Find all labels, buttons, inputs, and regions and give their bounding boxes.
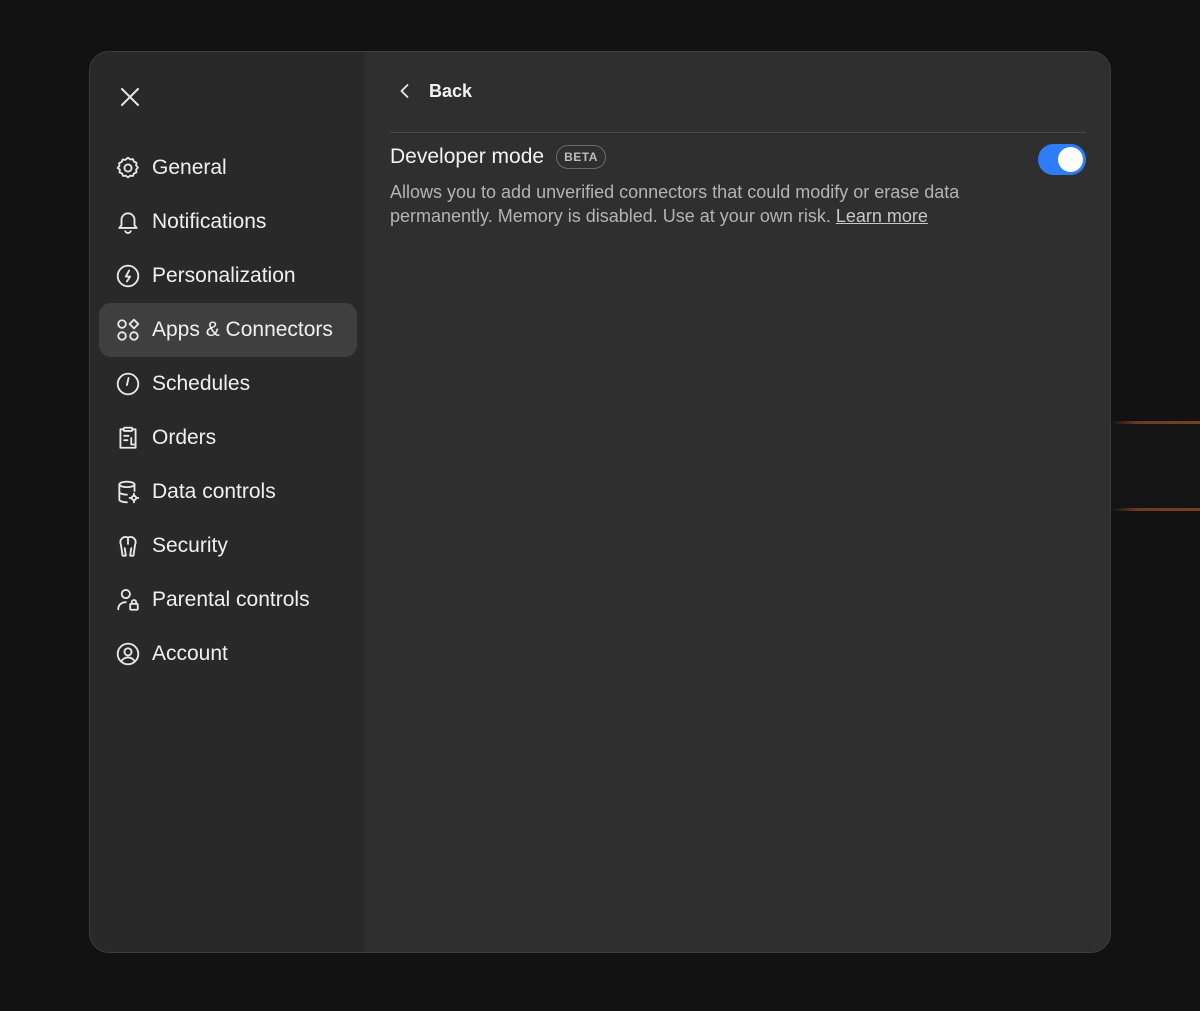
gear-icon [115,155,141,181]
sidebar-item-label: Apps & Connectors [152,318,333,341]
clock-icon [115,371,141,397]
beta-badge: BETA [556,145,606,169]
sidebar-item-label: Data controls [152,480,276,503]
sidebar-item-label: Parental controls [152,588,310,611]
sidebar-item-schedules[interactable]: Schedules [99,357,357,411]
sidebar-item-label: Account [152,642,228,665]
sidebar-item-data-controls[interactable]: Data controls [99,465,357,519]
sidebar-item-label: Schedules [152,372,251,395]
close-button[interactable] [112,79,148,115]
sidebar-item-parental-controls[interactable]: Parental controls [99,573,357,627]
sidebar-item-notifications[interactable]: Notifications [99,195,357,249]
apps-icon [115,317,141,343]
personalization-icon [115,263,141,289]
toggle-knob [1058,147,1083,172]
back-label: Back [429,80,473,101]
bell-icon [115,209,141,235]
sidebar-item-label: Personalization [152,264,296,287]
backdrop-accent-line [1110,508,1200,511]
sidebar-item-label: Security [152,534,228,557]
setting-title: Developer mode [390,145,545,168]
sidebar-item-general[interactable]: General [99,141,357,195]
sidebar-item-label: General [152,156,227,179]
settings-nav: General Notifications Personalization Ap… [99,141,357,681]
sidebar-item-security[interactable]: Security [99,519,357,573]
settings-modal: General Notifications Personalization Ap… [89,51,1111,953]
sidebar-item-apps-connectors[interactable]: Apps & Connectors [99,303,357,357]
back-button[interactable]: Back [395,77,472,105]
divider [390,132,1086,133]
developer-mode-toggle[interactable] [1038,144,1086,175]
backdrop-panel [1110,424,1200,508]
chevron-left-icon [400,84,409,98]
sidebar-item-orders[interactable]: Orders [99,411,357,465]
setting-header: Developer mode BETA [390,145,606,169]
sidebar-item-label: Orders [152,426,217,449]
database-icon [115,479,141,505]
sidebar-item-account[interactable]: Account [99,627,357,681]
parental-icon [115,587,141,613]
account-icon [115,641,141,667]
sidebar-item-personalization[interactable]: Personalization [99,249,357,303]
security-icon [115,533,141,559]
settings-sidebar: General Notifications Personalization Ap… [90,52,365,952]
learn-more-link[interactable]: Learn more [836,206,928,226]
orders-icon [115,425,141,451]
setting-description: Allows you to add unverified connectors … [390,180,1030,228]
settings-content: Back Developer mode BETA Allows you to a… [365,52,1110,952]
sidebar-item-label: Notifications [152,210,267,233]
close-icon [121,88,139,106]
